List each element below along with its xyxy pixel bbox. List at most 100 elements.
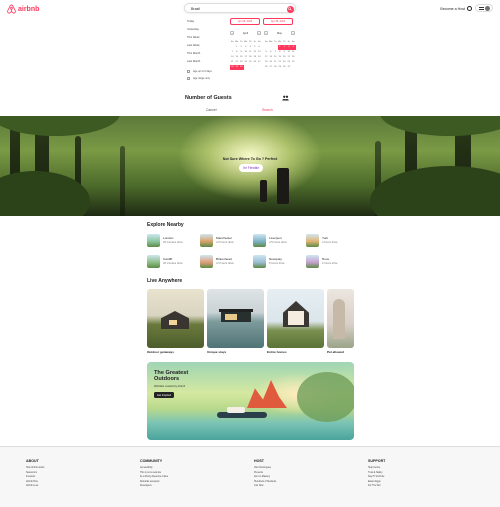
quick-ranges: Today Yesterday This Week Last Week This…: [184, 18, 228, 66]
user-menu-button[interactable]: [475, 4, 493, 12]
range-option[interactable]: This Month: [184, 50, 228, 58]
card-label: Entire homes: [267, 350, 287, 354]
explore-distance: 45 minutes drive: [163, 241, 183, 244]
avatar-icon: [484, 5, 490, 11]
calendar-left: Su Mo Tu We Th Fr Sa 1 2 3 4 5 6 7 8 9 10 11 12 13 14 15 16 17 1…: [230, 40, 262, 70]
calendar-right-header: ‹ May ›: [264, 31, 295, 35]
checkbox-row[interactable]: Age range only: [187, 77, 229, 80]
explore-location-name: Newquay: [269, 257, 282, 261]
become-host-link[interactable]: Become a Host: [440, 7, 465, 11]
card-image: [327, 289, 354, 348]
menu-icon: [478, 6, 484, 10]
calendar-day[interactable]: 27: [257, 60, 262, 65]
range-option[interactable]: Today: [184, 18, 228, 26]
cancel-button[interactable]: Cancel: [206, 108, 217, 112]
explore-thumbnail: [253, 255, 266, 268]
live-card[interactable]: Outdoor getaways: [147, 289, 204, 354]
flexible-button[interactable]: I'm Flexible: [239, 164, 263, 172]
airbnb-logo-icon: [7, 4, 16, 14]
explore-thumbnail: [253, 234, 266, 247]
footer-link[interactable]: Airbnb Luxe: [26, 484, 44, 489]
live-card[interactable]: Pet allowed: [327, 289, 354, 354]
checkbox[interactable]: [187, 70, 190, 73]
explore-grid: London 45 minutes drive Manchester 4.5 hour…: [147, 234, 359, 276]
live-card[interactable]: Entire homes: [267, 289, 324, 354]
footer-heading: COMMUNITY: [140, 459, 163, 463]
footer-column-community: COMMUNITY Accessibility This is not a re…: [140, 459, 168, 489]
footer-heading: HOST: [254, 459, 264, 463]
checkbox-row[interactable]: Age up to 5 days: [187, 70, 229, 73]
explore-location-name: Cardiff: [163, 257, 173, 261]
range-option[interactable]: Yesterday: [184, 26, 228, 34]
calendar-left-header: ‹ April ›: [230, 31, 261, 35]
foliage: [370, 166, 500, 216]
explore-item[interactable]: London 45 minutes drive: [147, 234, 200, 255]
chevron-right-icon[interactable]: ›: [256, 31, 261, 35]
explore-location-name: Manchester: [216, 236, 233, 240]
footer-link[interactable]: Developers: [140, 484, 168, 489]
footer-column-host: HOST Vitor Domingues Presents Zero to Ma…: [254, 459, 276, 489]
calendar-right: Su Mo Tu We Th Fr Sa 1 2 3 4 5 6 7 8 9 10 11 12 13 14 15 16 17 1…: [264, 40, 296, 70]
footer: ABOUT How Airbnb works Newsroom Investor…: [0, 446, 500, 507]
search-bar[interactable]: Brazil: [184, 3, 296, 13]
date-range-picker: Today Yesterday This Week Last Week This…: [184, 15, 297, 88]
explore-distance: 4 hours drive: [322, 241, 338, 244]
explore-item[interactable]: Birkenhead 4.5 hours drive: [200, 255, 253, 276]
explore-item[interactable]: Newquay 6 hours drive: [253, 255, 306, 276]
explore-distance: 4.5 hours drive: [269, 241, 287, 244]
explore-distance: 45 minutes drive: [163, 262, 183, 265]
explore-thumbnail: [306, 234, 319, 247]
explore-item[interactable]: Hove 2 hours drive: [306, 255, 359, 276]
explore-item[interactable]: Cardiff 45 minutes drive: [147, 255, 200, 276]
footer-link[interactable]: For The Win: [368, 484, 385, 489]
checkbox[interactable]: [187, 77, 190, 80]
chevron-left-icon[interactable]: ‹: [230, 31, 234, 35]
footer-link[interactable]: Join Now: [254, 484, 276, 489]
range-option[interactable]: Last Month: [184, 58, 228, 66]
get-inspired-button[interactable]: Get Inspired: [154, 392, 174, 398]
explore-location-name: London: [163, 236, 174, 240]
month-label[interactable]: May: [277, 32, 282, 35]
search-submit-button[interactable]: Search: [262, 108, 273, 112]
search-input[interactable]: Brazil: [191, 7, 200, 11]
chevron-right-icon[interactable]: ›: [291, 31, 295, 35]
outdoors-banner: The Greatest Outdoors Wishlists curated …: [147, 362, 354, 440]
explore-thumbnail: [147, 255, 160, 268]
card-image: [207, 289, 264, 348]
chevron-left-icon[interactable]: ‹: [264, 31, 268, 35]
explore-thumbnail: [306, 255, 319, 268]
calendar-day[interactable]: 25: [291, 60, 296, 65]
explore-thumbnail: [147, 234, 160, 247]
explore-item[interactable]: Liverpool 4.5 hours drive: [253, 234, 306, 255]
live-anywhere-title: Live Anywhere: [147, 278, 183, 284]
globe-icon[interactable]: [467, 6, 472, 11]
logo-text: airbnb: [18, 5, 40, 13]
start-date-input[interactable]: Apr 28, 2024: [230, 18, 260, 25]
range-option[interactable]: This Week: [184, 34, 228, 42]
calendar-day[interactable]: 31: [287, 65, 292, 70]
range-option[interactable]: Last Week: [184, 42, 228, 50]
explore-item[interactable]: York 4 hours drive: [306, 234, 359, 255]
card-label: Unique stays: [207, 350, 227, 354]
end-date-input[interactable]: Apr 28, 2024: [263, 18, 293, 25]
live-anywhere-row: Outdoor getaways Unique stays Entire hom…: [147, 289, 354, 354]
calendar-day[interactable]: 30: [239, 65, 244, 70]
explore-item[interactable]: Manchester 4.5 hours drive: [200, 234, 253, 255]
explore-thumbnail: [200, 255, 213, 268]
explore-distance: 6 hours drive: [269, 262, 285, 265]
date-inputs: Apr 28, 2024 Apr 28, 2024: [230, 18, 293, 25]
footer-link[interactable]: How Airbnb works: [26, 466, 44, 471]
live-card[interactable]: Unique stays: [207, 289, 264, 354]
child-figure: [260, 180, 267, 202]
people-icon: [282, 95, 289, 101]
card-label: Pet allowed: [327, 350, 345, 354]
footer-heading: SUPPORT: [368, 459, 386, 463]
month-label[interactable]: April: [243, 32, 248, 35]
airbnb-logo[interactable]: airbnb: [7, 4, 39, 14]
person-figure: [277, 168, 289, 204]
explore-location-name: Hove: [322, 257, 330, 261]
explore-title: Explore Nearby: [147, 222, 184, 228]
card-image: [267, 289, 324, 348]
search-button[interactable]: [286, 5, 294, 13]
explore-thumbnail: [200, 234, 213, 247]
